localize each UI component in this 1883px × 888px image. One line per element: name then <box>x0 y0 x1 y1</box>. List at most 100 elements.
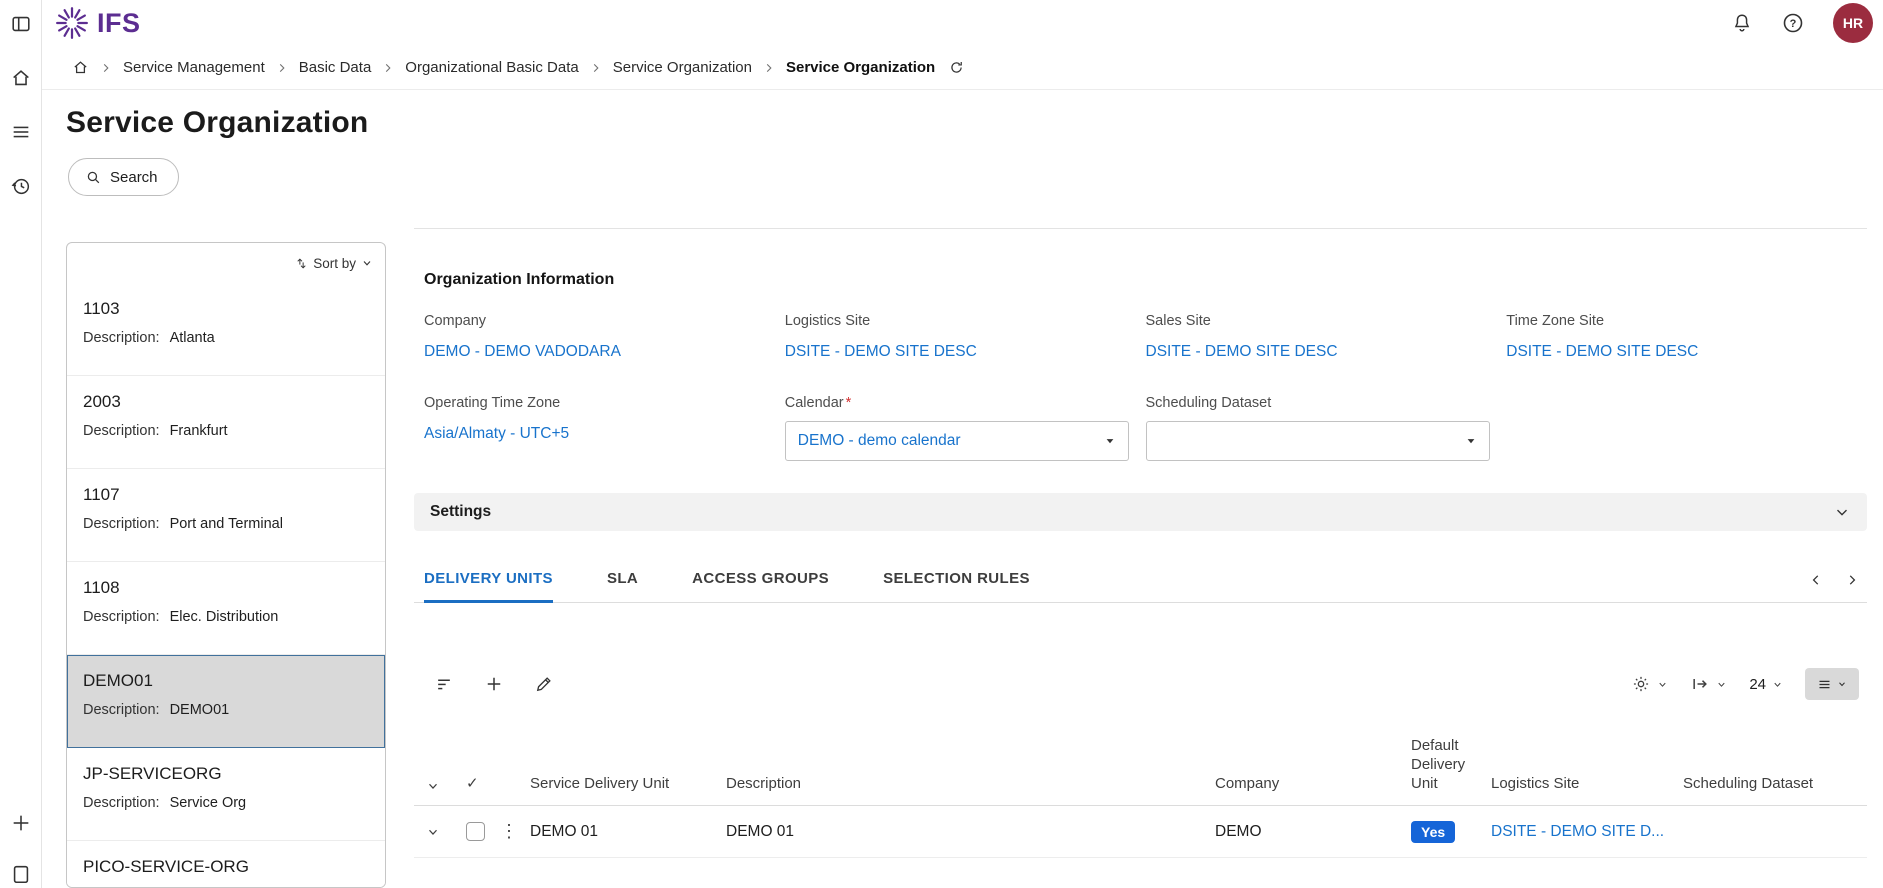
header-default-delivery-unit: Default Delivery Unit <box>1405 737 1485 806</box>
notifications-bell-icon[interactable] <box>1731 12 1753 34</box>
logo-starburst-icon <box>54 5 90 41</box>
list-item-1103[interactable]: 1103 Description: Atlanta <box>67 283 385 376</box>
table-settings-button[interactable] <box>1631 674 1668 694</box>
sort-icon <box>295 257 308 270</box>
panel-toggle-icon[interactable] <box>8 11 34 37</box>
content-area: Sort by 1103 Description: Atlanta 2003 <box>42 196 1883 888</box>
breadcrumb-item-service-organization[interactable]: Service Organization <box>613 59 752 76</box>
page-title: Service Organization <box>66 106 1883 140</box>
ifs-logo[interactable]: IFS <box>54 5 141 41</box>
avatar[interactable]: HR <box>1833 3 1873 43</box>
calendar-select[interactable]: DEMO - demo calendar <box>785 421 1129 461</box>
page-size-value: 24 <box>1749 676 1766 693</box>
search-button[interactable]: Search <box>68 158 179 196</box>
breadcrumb-item-basic-data[interactable]: Basic Data <box>299 59 372 76</box>
document-icon[interactable] <box>8 861 34 887</box>
field-label: Company <box>424 313 785 329</box>
row-kebab-icon[interactable]: ⋮ <box>500 822 518 840</box>
list-item-code: DEMO01 <box>83 671 371 691</box>
list-item-code: 1103 <box>83 299 371 319</box>
tab-sla[interactable]: SLA <box>607 557 638 603</box>
table-toolbar: 24 <box>414 661 1867 707</box>
row-checkbox[interactable] <box>466 822 485 841</box>
table-row[interactable]: ⋮ DEMO 01 DEMO 01 DEMO Yes DSITE - DEMO … <box>414 806 1867 858</box>
header-logistics-site: Logistics Site <box>1485 737 1677 806</box>
tab-scroll-right-button[interactable] <box>1845 573 1859 587</box>
company-link[interactable]: DEMO - DEMO VADODARA <box>424 343 621 361</box>
row-logistics-site-link[interactable]: DSITE - DEMO SITE D... <box>1491 823 1664 840</box>
field-label: Logistics Site <box>785 313 1146 329</box>
sort-by-label: Sort by <box>313 256 356 271</box>
export-icon <box>1690 674 1710 694</box>
field-logistics-site: Logistics Site DSITE - DEMO SITE DESC <box>785 313 1146 361</box>
cell-service-delivery-unit: DEMO 01 <box>524 806 720 858</box>
add-row-button[interactable] <box>484 674 504 694</box>
organization-information-fields: Company DEMO - DEMO VADODARA Logistics S… <box>424 313 1867 461</box>
header-company: Company <box>1209 737 1405 806</box>
organization-information-title: Organization Information <box>424 271 1867 289</box>
field-label: Time Zone Site <box>1506 313 1867 329</box>
list-item-code: 1107 <box>83 485 371 505</box>
tab-access-groups[interactable]: ACCESS GROUPS <box>692 557 829 603</box>
edit-button[interactable] <box>534 674 554 694</box>
search-icon <box>85 169 102 186</box>
filter-button[interactable] <box>434 674 454 694</box>
chevron-right-icon <box>590 62 602 74</box>
tab-selection-rules[interactable]: SELECTION RULES <box>883 557 1030 603</box>
tabstrip: DELIVERY UNITS SLA ACCESS GROUPS SELECTI… <box>414 557 1867 603</box>
select-all-check-icon[interactable]: ✓ <box>466 774 479 792</box>
svg-text:?: ? <box>1790 18 1797 30</box>
settings-section-header[interactable]: Settings <box>414 493 1867 531</box>
sales-site-link[interactable]: DSITE - DEMO SITE DESC <box>1146 343 1338 361</box>
list-item-description: Description: Elec. Distribution <box>83 609 371 625</box>
breadcrumb: Service Management Basic Data Organizati… <box>42 46 1883 90</box>
divider <box>414 228 1867 229</box>
time-zone-site-link[interactable]: DSITE - DEMO SITE DESC <box>1506 343 1698 361</box>
rail-bottom-group <box>0 810 41 887</box>
breadcrumb-item-organizational-basic-data[interactable]: Organizational Basic Data <box>405 59 578 76</box>
default-delivery-unit-badge: Yes <box>1411 821 1455 843</box>
field-label: Scheduling Dataset <box>1146 395 1507 411</box>
expand-all-icon[interactable] <box>426 779 440 793</box>
scheduling-dataset-select[interactable] <box>1146 421 1490 461</box>
list-item-2003[interactable]: 2003 Description: Frankfurt <box>67 376 385 469</box>
operating-time-zone-link[interactable]: Asia/Almaty - UTC+5 <box>424 425 569 443</box>
row-expand-icon[interactable] <box>426 825 440 839</box>
header-description: Description <box>720 737 1209 806</box>
toolbar-right-group: 24 <box>1631 668 1859 700</box>
chevron-down-icon <box>1837 679 1847 689</box>
plus-icon[interactable] <box>8 810 34 836</box>
app-root: IFS ? HR Service Management B <box>0 0 1883 888</box>
tab-delivery-units[interactable]: DELIVERY UNITS <box>424 557 553 603</box>
home-icon[interactable] <box>8 65 34 91</box>
sort-by-button[interactable]: Sort by <box>295 256 373 271</box>
refresh-icon[interactable] <box>948 59 965 76</box>
history-icon[interactable] <box>8 173 34 199</box>
left-rail <box>0 0 42 888</box>
list-item-pico-service-org[interactable]: PICO-SERVICE-ORG Description: PICO SERVI… <box>67 841 385 888</box>
required-marker: * <box>846 395 852 411</box>
field-label: Sales Site <box>1146 313 1507 329</box>
chevron-right-icon <box>382 62 394 74</box>
organization-list-panel: Sort by 1103 Description: Atlanta 2003 <box>66 242 386 888</box>
sort-row: Sort by <box>67 243 385 283</box>
tab-scroll-left-button[interactable] <box>1809 573 1823 587</box>
menu-icon[interactable] <box>8 119 34 145</box>
help-icon[interactable]: ? <box>1781 11 1805 35</box>
list-item-1108[interactable]: 1108 Description: Elec. Distribution <box>67 562 385 655</box>
dropdown-caret-icon <box>1104 435 1116 447</box>
field-calendar: Calendar* DEMO - demo calendar <box>785 395 1146 461</box>
logistics-site-link[interactable]: DSITE - DEMO SITE DESC <box>785 343 977 361</box>
export-button[interactable] <box>1690 674 1727 694</box>
view-toggle-button[interactable] <box>1805 668 1859 700</box>
list-item-demo01[interactable]: DEMO01 Description: DEMO01 <box>67 655 385 748</box>
page-size-selector[interactable]: 24 <box>1749 676 1783 693</box>
cell-scheduling-dataset <box>1677 806 1867 858</box>
field-label: Calendar* <box>785 395 1146 411</box>
cell-description: DEMO 01 <box>720 806 1209 858</box>
list-item-jp-serviceorg[interactable]: JP-SERVICEORG Description: Service Org <box>67 748 385 841</box>
breadcrumb-home-icon[interactable] <box>72 59 89 76</box>
list-item-1107[interactable]: 1107 Description: Port and Terminal <box>67 469 385 562</box>
field-company: Company DEMO - DEMO VADODARA <box>424 313 785 361</box>
breadcrumb-item-service-management[interactable]: Service Management <box>123 59 265 76</box>
